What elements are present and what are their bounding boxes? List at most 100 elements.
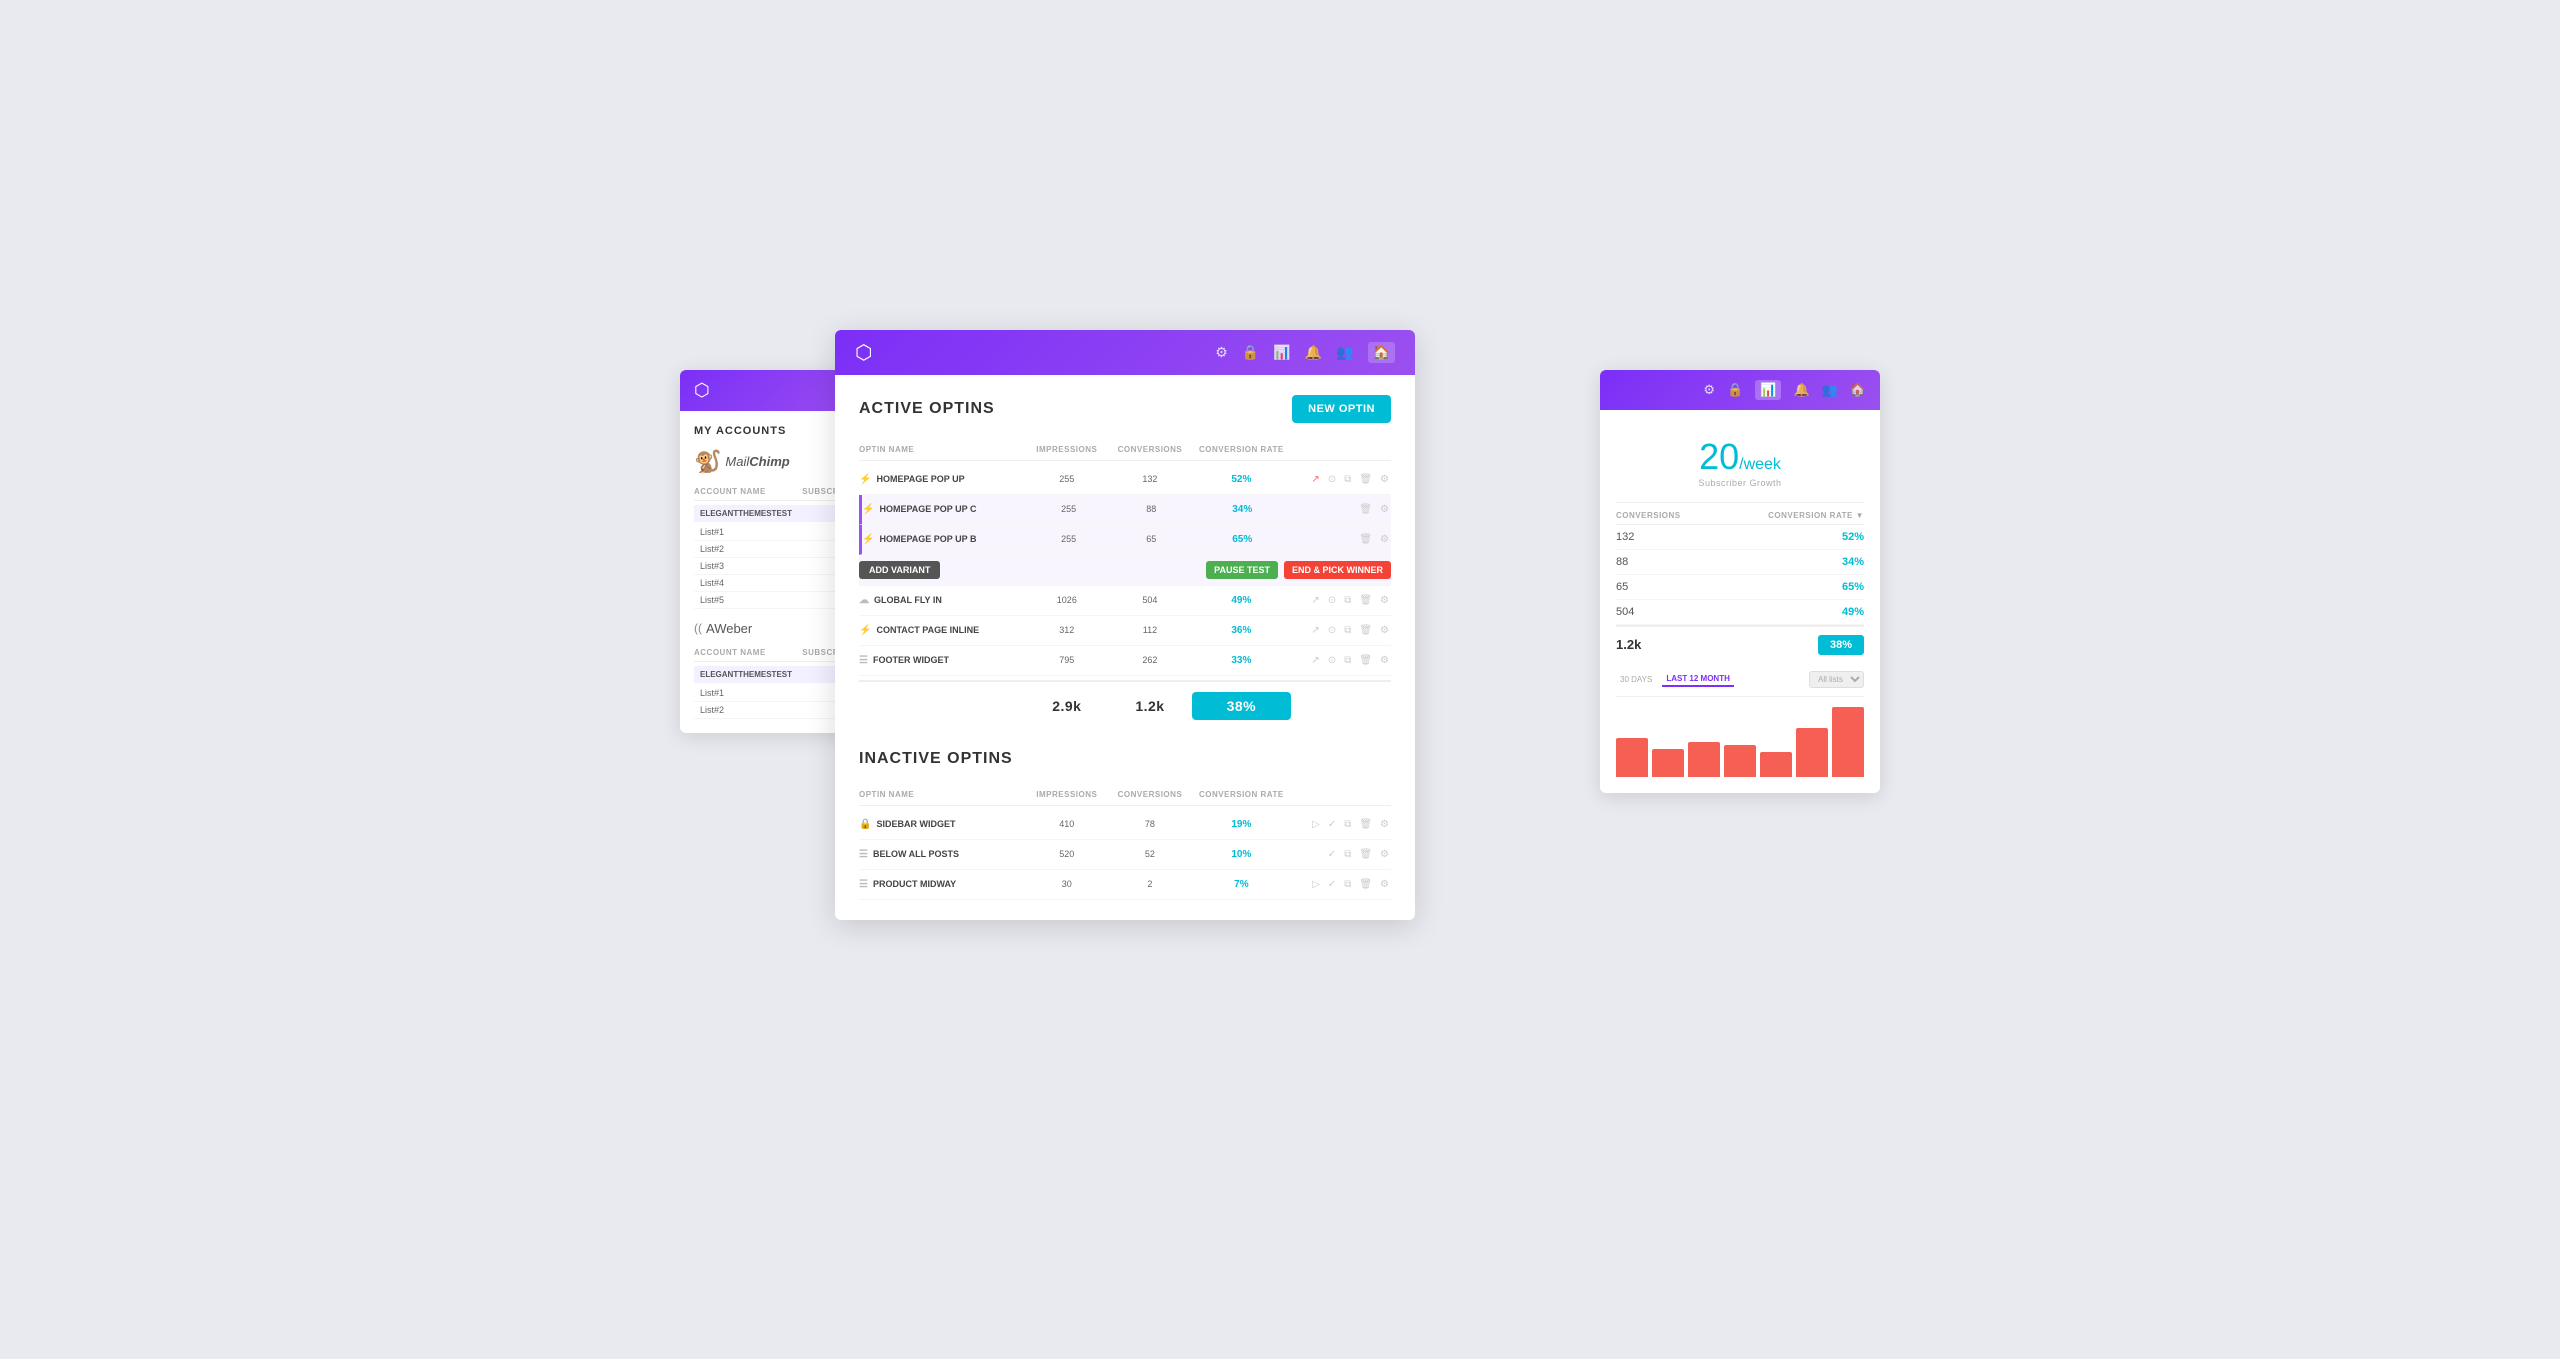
row-rate: 52% xyxy=(1192,474,1292,485)
chart-icon[interactable]: 📊 xyxy=(1755,380,1781,400)
right-table-row: 132 52% xyxy=(1616,525,1864,550)
total-impressions: 2.9k xyxy=(1025,698,1108,714)
copy-icon[interactable]: ⧉ xyxy=(1342,623,1353,638)
check-icon[interactable]: ✓ xyxy=(1326,877,1338,892)
settings-row-icon[interactable]: ⚙ xyxy=(1378,472,1391,487)
active-optins-title: ACTIVE OPTINS xyxy=(859,400,995,418)
users-icon[interactable]: 👥 xyxy=(1336,344,1353,361)
inactive-optins-title: INACTIVE OPTINS xyxy=(859,750,1013,768)
check-icon[interactable]: ✓ xyxy=(1326,847,1338,862)
delete-icon[interactable]: 🗑 xyxy=(1357,653,1374,668)
row-optin-name: 🔒 SIDEBAR WIDGET xyxy=(859,819,1025,830)
settings-row-icon[interactable]: ⚙ xyxy=(1378,817,1391,832)
delete-icon[interactable]: 🗑 xyxy=(1357,817,1374,832)
row-rate: 19% xyxy=(1192,819,1292,830)
circle-icon[interactable]: ⊙ xyxy=(1326,472,1338,487)
period-tab-12month[interactable]: LAST 12 MONTH xyxy=(1662,672,1734,687)
row-conversions: 112 xyxy=(1108,625,1191,635)
check-icon[interactable]: ✓ xyxy=(1326,817,1338,832)
list-filter-select[interactable]: All lists xyxy=(1809,671,1864,688)
share-icon[interactable]: ↗ xyxy=(1309,653,1321,668)
right-conv: 132 xyxy=(1616,531,1634,543)
lock-icon[interactable]: 🔒 xyxy=(1242,344,1259,361)
logo-icon: ⬡ xyxy=(694,380,710,401)
row-rate: 49% xyxy=(1192,595,1292,606)
bar xyxy=(1760,752,1792,777)
settings-icon[interactable]: ⚙ xyxy=(1703,382,1715,398)
table-row: ☰ BELOW ALL POSTS 520 52 10% ✓ ⧉ 🗑 ⚙ xyxy=(859,840,1391,870)
col-conversions: CONVERSIONS xyxy=(1108,790,1191,799)
row-actions: ↗ ⊙ ⧉ 🗑 ⚙ xyxy=(1291,593,1391,608)
delete-icon[interactable]: 🗑 xyxy=(1357,532,1374,547)
bell-icon[interactable]: 🔔 xyxy=(1305,344,1322,361)
row-conversions: 2 xyxy=(1108,879,1191,889)
sidebar-icon: 🔒 xyxy=(859,819,871,830)
total-conversions: 1.2k xyxy=(1108,698,1191,714)
add-variant-button[interactable]: ADD VARIANT xyxy=(859,561,940,579)
conversions-col-label: CONVERSIONS xyxy=(1616,511,1681,520)
popup-icon: ⚡ xyxy=(859,474,871,485)
delete-icon[interactable]: 🗑 xyxy=(1357,593,1374,608)
row-optin-name: ⚡ HOMEPAGE POP UP C xyxy=(862,504,1027,515)
below-posts-icon: ☰ xyxy=(859,849,868,860)
settings-icon[interactable]: ⚙ xyxy=(1215,344,1228,361)
circle-icon[interactable]: ⊙ xyxy=(1326,653,1338,668)
right-table-header: CONVERSIONS CONVERSION RATE ▼ xyxy=(1616,503,1864,525)
share-icon[interactable]: ↗ xyxy=(1309,623,1321,638)
delete-icon[interactable]: 🗑 xyxy=(1357,472,1374,487)
col-impressions: IMPRESSIONS xyxy=(1025,445,1108,454)
settings-row-icon[interactable]: ⚙ xyxy=(1378,877,1391,892)
chart-icon[interactable]: 📊 xyxy=(1273,344,1290,361)
activate-icon[interactable]: ▷ xyxy=(1310,817,1322,832)
row-impressions: 312 xyxy=(1025,625,1108,635)
activate-icon[interactable]: ▷ xyxy=(1310,877,1322,892)
home-icon[interactable]: 🏠 xyxy=(1368,342,1395,363)
settings-row-icon[interactable]: ⚙ xyxy=(1378,502,1391,517)
settings-row-icon[interactable]: ⚙ xyxy=(1378,623,1391,638)
pause-test-button[interactable]: PAUSE TEST xyxy=(1206,561,1278,579)
right-rate: 65% xyxy=(1842,581,1864,593)
copy-icon[interactable]: ⧉ xyxy=(1342,847,1353,862)
settings-row-icon[interactable]: ⚙ xyxy=(1378,593,1391,608)
bell-icon[interactable]: 🔔 xyxy=(1793,382,1809,398)
right-rate: 49% xyxy=(1842,606,1864,618)
pick-winner-button[interactable]: END & PICK WINNER xyxy=(1284,561,1391,579)
mailchimp-text: MailChimp xyxy=(725,454,789,469)
row-impressions: 1026 xyxy=(1025,595,1108,605)
settings-row-icon[interactable]: ⚙ xyxy=(1378,847,1391,862)
col-optin-name: OPTIN NAME xyxy=(859,445,1025,454)
period-tab-30days[interactable]: 30 DAYS xyxy=(1616,673,1656,686)
bar xyxy=(1652,749,1684,777)
aweber-text: AWeber xyxy=(706,621,752,636)
copy-icon[interactable]: ⧉ xyxy=(1342,472,1353,487)
midway-icon: ☰ xyxy=(859,879,868,890)
home-icon[interactable]: 🏠 xyxy=(1850,382,1866,398)
row-conversions: 65 xyxy=(1110,534,1193,544)
users-icon[interactable]: 👥 xyxy=(1822,382,1838,398)
copy-icon[interactable]: ⧉ xyxy=(1342,593,1353,608)
row-actions: ↗ ⊙ ⧉ 🗑 ⚙ xyxy=(1291,623,1391,638)
delete-icon[interactable]: 🗑 xyxy=(1357,502,1374,517)
copy-icon[interactable]: ⧉ xyxy=(1342,877,1353,892)
delete-icon[interactable]: 🗑 xyxy=(1357,877,1374,892)
copy-icon[interactable]: ⧉ xyxy=(1342,653,1353,668)
variant-actions: ADD VARIANT xyxy=(859,561,1033,579)
right-total-rate: 38% xyxy=(1818,635,1864,655)
row-optin-name: ☰ PRODUCT MIDWAY xyxy=(859,879,1025,890)
circle-icon[interactable]: ⊙ xyxy=(1326,593,1338,608)
inactive-table-header: OPTIN NAME IMPRESSIONS CONVERSIONS CONVE… xyxy=(859,784,1391,806)
share-icon[interactable]: ↗ xyxy=(1309,472,1321,487)
rate-col-label: CONVERSION RATE ▼ xyxy=(1768,511,1864,520)
share-icon[interactable]: ↗ xyxy=(1309,593,1321,608)
delete-icon[interactable]: 🗑 xyxy=(1357,847,1374,862)
delete-icon[interactable]: 🗑 xyxy=(1357,623,1374,638)
new-optin-button[interactable]: NEW OPTIN xyxy=(1292,395,1391,423)
settings-row-icon[interactable]: ⚙ xyxy=(1378,653,1391,668)
row-actions: ▷ ✓ ⧉ 🗑 ⚙ xyxy=(1291,877,1391,892)
circle-icon[interactable]: ⊙ xyxy=(1326,623,1338,638)
settings-row-icon[interactable]: ⚙ xyxy=(1378,532,1391,547)
lock-icon[interactable]: 🔒 xyxy=(1727,382,1743,398)
copy-icon[interactable]: ⧉ xyxy=(1342,817,1353,832)
row-rate: 34% xyxy=(1193,504,1292,515)
inactive-optins-header: INACTIVE OPTINS xyxy=(859,750,1391,768)
